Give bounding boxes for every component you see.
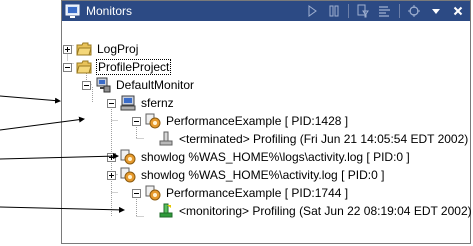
tree-item-logproj[interactable]: LogProj <box>63 40 139 58</box>
view-toolbar <box>298 3 466 19</box>
tree-item-label: sfernz <box>141 96 174 110</box>
tree-item-label: <monitoring> Profiling (Sat Jun 22 08:19… <box>179 204 472 218</box>
toolbar-separator <box>348 4 349 18</box>
terminated-agent-icon <box>158 131 174 147</box>
toolbar-separator <box>399 4 400 18</box>
process-icon <box>120 167 136 183</box>
folder-icon <box>76 59 92 75</box>
tree-item-terminated-agent[interactable]: <terminated> Profiling (Fri Jun 21 14:05… <box>158 130 469 148</box>
tree-item-defaultmonitor[interactable]: DefaultMonitor <box>82 76 195 94</box>
close-icon[interactable] <box>450 3 466 19</box>
refresh-icon[interactable] <box>406 3 422 19</box>
tree-item-process-1744[interactable]: PerformanceExample [ PID:1744 ] <box>132 184 349 202</box>
monitors-tree[interactable]: LogProj ProfileProject DefaultMonitor sf… <box>62 21 473 243</box>
list-icon[interactable] <box>377 3 393 19</box>
computer-icon <box>120 95 136 111</box>
view-titlebar[interactable]: Monitors <box>62 1 470 21</box>
process-icon <box>145 113 161 129</box>
tree-item-label: showlog %WAS_HOME%\activity.log [ PID:0 … <box>141 168 385 182</box>
tree-item-label: ProfileProject <box>96 59 172 75</box>
callout-arrow-host <box>0 95 61 104</box>
process-icon <box>145 185 161 201</box>
tree-item-label: DefaultMonitor <box>116 78 195 92</box>
expand-toggle[interactable] <box>107 152 116 162</box>
collapse-toggle[interactable] <box>132 188 141 198</box>
expand-toggle[interactable] <box>107 170 116 180</box>
view-title: Monitors <box>86 4 133 18</box>
tree-item-label: showlog %WAS_HOME%\logs\activity.log [ P… <box>141 150 410 164</box>
tree-item-label: <terminated> Profiling (Fri Jun 21 14:05… <box>179 132 469 146</box>
expand-toggle[interactable] <box>63 44 72 54</box>
tree-item-label: PerformanceExample [ PID:1428 ] <box>166 114 349 128</box>
tree-item-label: LogProj <box>97 42 139 56</box>
monitor-icon <box>95 77 111 93</box>
pause-icon[interactable] <box>326 3 342 19</box>
tree-item-sfernz[interactable]: sfernz <box>107 94 175 112</box>
collapse-toggle[interactable] <box>82 80 91 90</box>
tree-item-process-1428[interactable]: PerformanceExample [ PID:1428 ] <box>132 112 349 130</box>
monitoring-agent-icon <box>158 203 174 219</box>
tree-item-label: PerformanceExample [ PID:1744 ] <box>166 186 349 200</box>
collapse-toggle[interactable] <box>107 98 116 108</box>
collapse-toggle[interactable] <box>63 62 72 72</box>
tree-item-showlog-activity[interactable]: showlog %WAS_HOME%\activity.log [ PID:0 … <box>107 166 385 184</box>
view-menu-icon[interactable] <box>428 3 444 19</box>
folder-icon <box>76 41 92 57</box>
monitors-view: Monitors LogProj ProfileProject DefaultM… <box>61 0 473 244</box>
tree-item-monitoring-agent[interactable]: <monitoring> Profiling (Sat Jun 22 08:19… <box>158 202 473 220</box>
collapse-toggle[interactable] <box>132 116 141 126</box>
filter-icon[interactable] <box>355 3 371 19</box>
process-icon <box>120 149 136 165</box>
tree-item-showlog-logs[interactable]: showlog %WAS_HOME%\logs\activity.log [ P… <box>107 148 411 166</box>
tree-item-profileproject[interactable]: ProfileProject <box>63 58 172 76</box>
monitors-view-icon <box>65 3 81 19</box>
play-icon[interactable] <box>304 3 320 19</box>
